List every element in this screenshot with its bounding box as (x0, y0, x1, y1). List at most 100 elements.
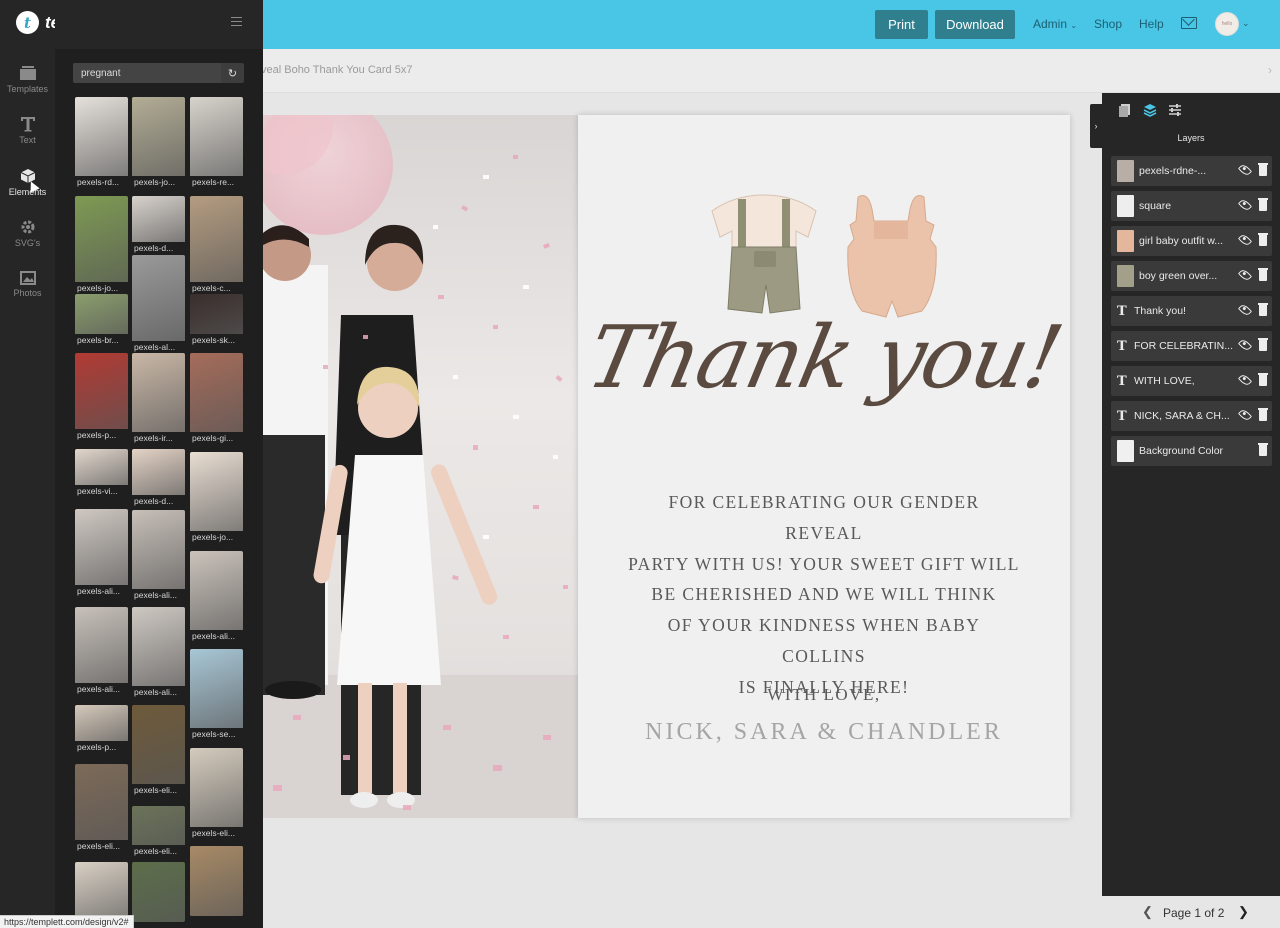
search-input[interactable] (73, 63, 221, 83)
rail-item-photos[interactable]: Photos (0, 271, 55, 298)
eye-icon[interactable] (1237, 232, 1253, 248)
layer-row[interactable]: T WITH LOVE, (1111, 366, 1272, 396)
photo-thumbnail[interactable] (75, 862, 128, 922)
card-photo[interactable] (263, 115, 578, 818)
layer-row[interactable]: T Thank you! (1111, 296, 1272, 326)
photo-thumbnail[interactable]: pexels-se... (190, 649, 243, 739)
card-closing[interactable]: WITH LOVE, (578, 685, 1070, 705)
trash-icon[interactable] (1258, 408, 1268, 421)
photo-thumbnail[interactable]: pexels-eli... (132, 705, 185, 795)
eye-icon[interactable] (1237, 162, 1253, 178)
refresh-icon[interactable]: ↻ (221, 63, 244, 83)
photo-thumbnail[interactable]: pexels-d... (132, 449, 185, 506)
chevron-down-icon[interactable]: ⌄ (1242, 18, 1250, 29)
trash-icon[interactable] (1258, 303, 1268, 316)
thumbnail-image (132, 449, 185, 495)
admin-menu[interactable]: Admin ⌄ (1033, 17, 1077, 31)
rail-item-templates[interactable]: Templates (0, 65, 55, 94)
card-names[interactable]: NICK, SARA & CHANDLER (578, 719, 1070, 746)
trash-icon[interactable] (1258, 198, 1268, 211)
thumbnail-caption: pexels-ali... (132, 589, 185, 600)
eye-icon[interactable] (1237, 337, 1253, 353)
layer-name: NICK, SARA & CH... (1134, 410, 1230, 422)
layer-row[interactable]: pexels-rdne-... (1111, 156, 1272, 186)
thumbnail-caption: pexels-eli... (75, 840, 128, 851)
photo-thumbnail[interactable]: pexels-eli... (132, 806, 185, 856)
download-button[interactable]: Download (935, 10, 1015, 39)
logo-mark-icon: t (16, 11, 39, 34)
layer-name: FOR CELEBRATIN... (1134, 340, 1233, 352)
layer-row[interactable]: Background Color (1111, 436, 1272, 466)
thumbnail-caption: pexels-d... (132, 495, 185, 506)
photo-thumbnail[interactable]: pexels-vi... (75, 449, 128, 496)
photo-thumbnail[interactable]: pexels-d... (132, 196, 185, 253)
photo-thumbnail[interactable]: pexels-rd... (75, 97, 128, 187)
layer-row[interactable]: boy green over... (1111, 261, 1272, 291)
text-layer-icon: T (1117, 303, 1127, 319)
eye-icon[interactable] (1237, 372, 1253, 388)
photo-thumbnail[interactable]: pexels-p... (75, 353, 128, 440)
photo-thumbnail[interactable]: pexels-ir... (132, 353, 185, 443)
thumbnail-image (190, 353, 243, 432)
photo-thumbnail[interactable]: pexels-sk... (190, 294, 243, 345)
eye-icon[interactable] (1237, 197, 1253, 213)
layer-row[interactable]: square (1111, 191, 1272, 221)
eye-icon[interactable] (1237, 407, 1253, 423)
rail-item-text[interactable]: Text (0, 116, 55, 145)
rail-label: SVG's (14, 238, 41, 248)
document-title-bar: veal Boho Thank You Card 5x7 › (261, 49, 1280, 93)
status-url: https://templett.com/design/v2# (0, 915, 134, 928)
photo-thumbnail[interactable] (132, 862, 185, 922)
photo-thumbnail[interactable]: pexels-br... (75, 294, 128, 345)
collapse-panel-toggle[interactable]: › (1090, 104, 1102, 148)
document-title[interactable]: veal Boho Thank You Card 5x7 (261, 64, 412, 76)
envelope-icon[interactable] (1181, 17, 1197, 29)
print-button[interactable]: Print (875, 10, 928, 39)
thumbnail-image (132, 97, 185, 176)
layers-icon[interactable] (1143, 103, 1157, 117)
layer-name: Thank you! (1134, 305, 1186, 317)
next-page-icon[interactable]: ❯ (1238, 904, 1249, 920)
prev-page-icon[interactable]: ❮ (1142, 904, 1153, 920)
card-body-text[interactable]: FOR CELEBRATING OUR GENDER REVEAL PARTY … (628, 487, 1020, 703)
layer-row[interactable]: girl baby outfit w... (1111, 226, 1272, 256)
photo-thumbnail[interactable]: pexels-jo... (75, 196, 128, 293)
trash-icon[interactable] (1258, 443, 1268, 456)
photo-thumbnail[interactable] (190, 846, 243, 916)
photo-thumbnail[interactable]: pexels-ali... (75, 509, 128, 596)
photo-thumbnail[interactable]: pexels-eli... (75, 764, 128, 851)
pages-icon[interactable] (1118, 103, 1132, 117)
layer-row[interactable]: T FOR CELEBRATIN... (1111, 331, 1272, 361)
menu-icon[interactable] (231, 17, 242, 26)
help-link[interactable]: Help (1139, 17, 1164, 31)
photo-thumbnail[interactable]: pexels-re... (190, 97, 243, 187)
trash-icon[interactable] (1258, 268, 1268, 281)
avatar[interactable]: hello (1215, 12, 1239, 36)
layer-row[interactable]: T NICK, SARA & CH... (1111, 401, 1272, 431)
card-text-panel[interactable]: Thank you! FOR CELEBRATING OUR GENDER RE… (578, 115, 1070, 818)
photo-thumbnail[interactable]: pexels-eli... (190, 748, 243, 838)
photo-thumbnail[interactable]: pexels-al... (132, 255, 185, 352)
trash-icon[interactable] (1258, 233, 1268, 246)
eye-icon[interactable] (1237, 302, 1253, 318)
photo-thumbnail[interactable]: pexels-c... (190, 196, 243, 293)
photo-thumbnail[interactable]: pexels-ali... (190, 551, 243, 641)
card-heading[interactable]: Thank you! (569, 308, 1079, 408)
photo-thumbnail[interactable]: pexels-jo... (190, 452, 243, 542)
baby-outfits-illustration[interactable] (704, 189, 944, 324)
shop-link[interactable]: Shop (1094, 17, 1122, 31)
sliders-icon[interactable] (1168, 103, 1182, 117)
thumbnail-caption: pexels-c... (190, 282, 243, 293)
photo-thumbnail[interactable]: pexels-ali... (132, 607, 185, 697)
photo-thumbnail[interactable]: pexels-ali... (132, 510, 185, 600)
photo-thumbnail[interactable]: pexels-gi... (190, 353, 243, 443)
photo-thumbnail[interactable]: pexels-p... (75, 705, 128, 752)
trash-icon[interactable] (1258, 338, 1268, 351)
trash-icon[interactable] (1258, 373, 1268, 386)
photo-thumbnail[interactable]: pexels-jo... (132, 97, 185, 187)
rail-item-svgs[interactable]: SVG's (0, 219, 55, 248)
eye-icon[interactable] (1237, 267, 1253, 283)
trash-icon[interactable] (1258, 163, 1268, 176)
photo-thumbnail[interactable]: pexels-ali... (75, 607, 128, 694)
chevron-right-icon[interactable]: › (1268, 63, 1272, 77)
